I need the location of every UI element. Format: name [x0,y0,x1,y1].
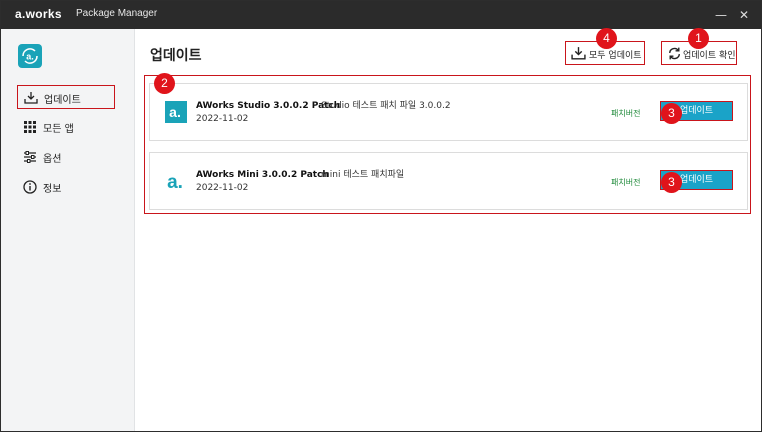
sliders-icon [23,150,37,164]
refresh-icon [667,46,682,61]
svg-text:a.: a. [167,172,183,192]
sidebar-item-label: 옵션 [43,154,62,165]
window-title: Package Manager [76,8,158,19]
sidebar-item-label: 모든 앱 [43,124,74,135]
callout-marker-3: 3 [661,172,682,193]
sidebar-item-info[interactable]: 정보 [17,175,115,199]
sidebar-item-update[interactable]: 업데이트 [17,85,115,109]
sidebar-item-label: 업데이트 [44,95,81,106]
sidebar-item-all-apps[interactable]: 모든 앱 [17,115,115,139]
sidebar: a. 업데이트 모든 앱 옵션 정보 [1,29,135,431]
version-tag: 패치버전 [611,109,641,118]
package-date: 2022-11-02 [196,114,249,124]
package-date: 2022-11-02 [196,183,249,193]
close-button[interactable]: ✕ [734,5,754,25]
package-description: mini 테스트 패치파일 [321,170,405,180]
check-update-label: 업데이트 확인 [683,51,736,61]
grid-icon [23,120,37,134]
package-name: AWorks Studio 3.0.0.2 Patch [196,101,341,111]
callout-marker-3: 3 [661,103,682,124]
download-icon [24,91,38,105]
callout-marker-4: 4 [596,28,617,49]
sidebar-item-options[interactable]: 옵션 [17,145,115,169]
update-all-label: 모두 업데이트 [589,51,642,61]
page-title: 업데이트 [150,48,202,64]
title-bar: a.works Package Manager — ✕ [1,1,761,29]
callout-marker-2: 2 [154,73,175,94]
brand-logo: a.works [15,7,62,21]
download-icon [571,46,586,61]
aworks-mini-icon: a. [165,170,187,193]
callout-marker-1: 1 [688,28,709,49]
version-tag: 패치버전 [611,178,641,187]
info-icon [23,180,37,194]
sidebar-item-label: 정보 [43,184,62,195]
list-item: a. AWorks Mini 3.0.0.2 Patch 2022-11-02 … [149,152,748,210]
package-name: AWorks Mini 3.0.0.2 Patch [196,170,329,180]
package-description: Studio 테스트 패치 파일 3.0.0.2 [321,101,451,111]
app-window: a.works Package Manager — ✕ a. 업데이트 모든 앱… [0,0,762,432]
list-item: a. AWorks Studio 3.0.0.2 Patch 2022-11-0… [149,83,748,141]
minimize-button[interactable]: — [711,5,731,25]
svg-text:a.: a. [26,52,34,62]
aworks-studio-icon: a. [165,101,187,123]
svg-text:a.: a. [169,104,181,120]
app-logo-icon: a. [18,44,42,68]
